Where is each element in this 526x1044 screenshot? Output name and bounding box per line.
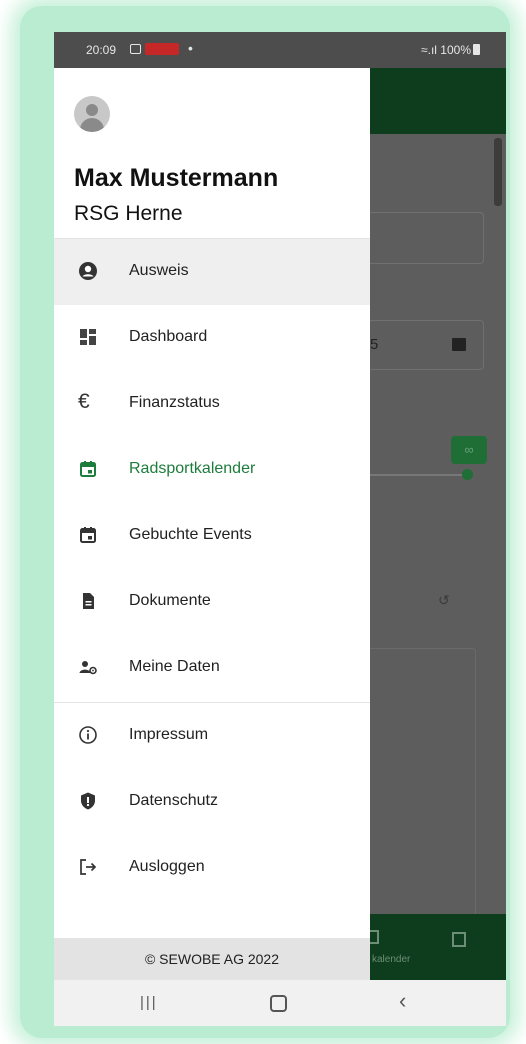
menu-item-label: Gebuchte Events	[129, 526, 252, 543]
menu-item-radsportkalender[interactable]: Radsportkalender	[54, 437, 370, 503]
menu-item-label: Meine Daten	[129, 658, 220, 675]
menu-item-impressum[interactable]: Impressum	[54, 703, 370, 769]
system-navigation-bar: ||| ‹	[54, 980, 506, 1026]
logout-icon	[80, 859, 97, 875]
scrollbar	[494, 138, 502, 206]
distance-slider	[354, 474, 472, 476]
drawer-footer: © SEWOBE AG 2022	[54, 938, 370, 980]
menu-item-ausloggen[interactable]: Ausloggen	[54, 835, 370, 901]
back-button[interactable]: ‹	[399, 988, 406, 1014]
avatar	[74, 96, 110, 132]
battery-level: 100%	[440, 43, 471, 57]
menu-item-label: Radsportkalender	[129, 460, 256, 477]
document-icon	[83, 593, 94, 609]
background-card	[354, 648, 476, 950]
dashboard-icon	[80, 329, 96, 345]
more-notifications-icon: •	[188, 40, 193, 56]
home-button[interactable]	[270, 995, 287, 1012]
menu-item-label: Dashboard	[129, 328, 208, 345]
navigation-drawer: Max Mustermann RSG Herne Ausweis Dashboa…	[54, 68, 370, 980]
refresh-icon: ↺	[438, 592, 450, 608]
recent-apps-button[interactable]: |||	[140, 994, 158, 1011]
euro-icon: €	[78, 390, 90, 413]
slider-value-badge: ∞	[451, 436, 487, 464]
bottom-nav-label: kalender	[372, 954, 411, 965]
status-right: ≈.ıl 100%	[421, 43, 480, 57]
phone-screen: 20:09 • ≈.ıl 100% 5 ∞ ↺ kalender Max Mus…	[54, 32, 506, 1026]
menu-item-dokumente[interactable]: Dokumente	[54, 569, 370, 635]
user-club: RSG Herne	[74, 202, 183, 225]
account-circle-icon	[79, 262, 97, 280]
user-name: Max Mustermann	[74, 164, 279, 192]
menu-item-label: Dokumente	[129, 592, 211, 609]
shield-icon	[81, 792, 95, 810]
menu-item-ausweis[interactable]: Ausweis	[54, 239, 370, 305]
calendar-icon	[452, 338, 466, 351]
recording-indicator-icon	[145, 43, 179, 55]
calendar-event-icon	[80, 527, 96, 543]
copyright-text: © SEWOBE AG 2022	[144, 951, 280, 967]
calendar-event-nav-icon	[452, 932, 466, 947]
menu-item-datenschutz[interactable]: Datenschutz	[54, 769, 370, 835]
menu-item-dashboard[interactable]: Dashboard	[54, 305, 370, 371]
slider-thumb	[462, 469, 473, 480]
menu-item-label: Datenschutz	[129, 792, 218, 809]
wifi-signal-icon: ≈.ıl	[421, 43, 441, 57]
menu-item-gebuchte-events[interactable]: Gebuchte Events	[54, 503, 370, 569]
menu-item-label: Impressum	[129, 726, 209, 743]
notification-icon	[130, 44, 141, 54]
menu-item-label: Ausweis	[129, 262, 189, 279]
user-settings-icon	[79, 661, 97, 675]
menu-item-label: Finanzstatus	[129, 394, 220, 411]
background-date-text: 5	[370, 336, 379, 353]
status-time: 20:09	[86, 43, 117, 57]
battery-icon	[473, 44, 480, 55]
menu-item-meine-daten[interactable]: Meine Daten	[54, 635, 370, 701]
menu-item-label: Ausloggen	[129, 858, 205, 875]
info-icon	[79, 726, 97, 744]
calendar-icon	[80, 461, 96, 477]
menu-item-finanzstatus[interactable]: € Finanzstatus	[54, 371, 370, 437]
status-bar: 20:09 • ≈.ıl 100%	[54, 32, 506, 68]
